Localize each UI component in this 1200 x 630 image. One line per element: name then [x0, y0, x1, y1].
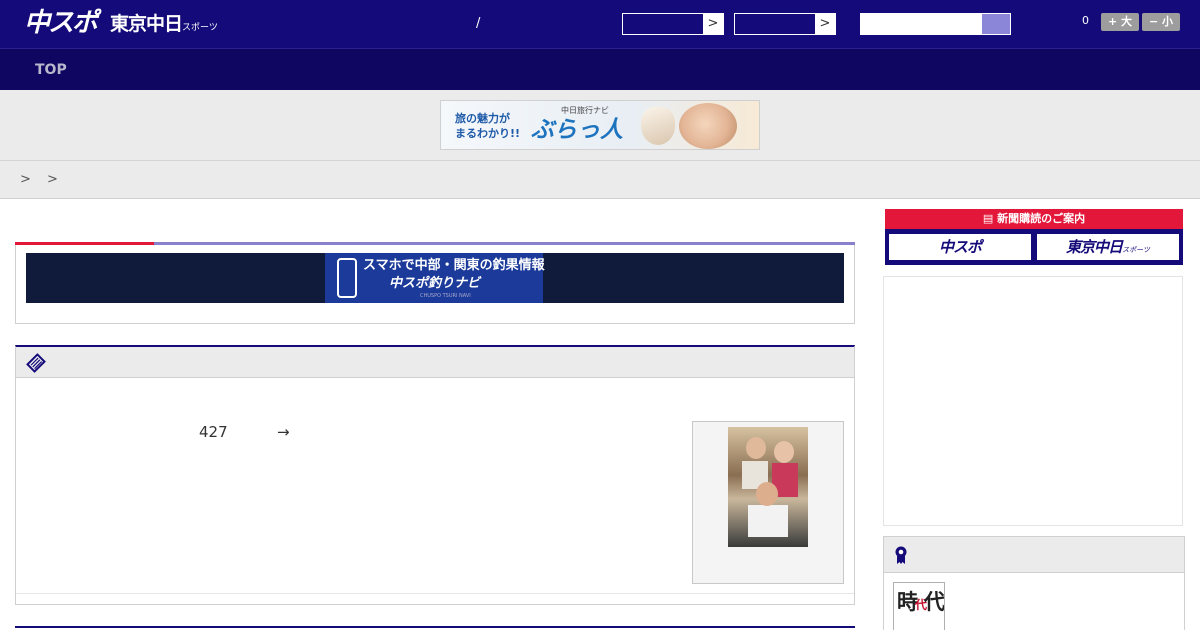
banner-sub: 中日旅行ナビ [561, 106, 609, 115]
chevron-right-icon[interactable]: > [703, 14, 723, 34]
subscribe-tokyo-label: 東京中日 [1066, 238, 1123, 256]
photo-figure [756, 482, 778, 506]
article-number: 427 [199, 423, 228, 441]
article-photo-frame[interactable] [692, 421, 844, 584]
photo-figure [748, 505, 788, 537]
article-panel-header [16, 347, 854, 378]
smartphone-icon [337, 258, 357, 298]
banner-text-line2: まるわかり!! [455, 127, 521, 140]
newspaper-icon: ▤ [982, 212, 998, 225]
font-larger-button[interactable]: + 大 [1101, 13, 1139, 31]
tsuri-navi-banner[interactable]: スマホで中部・関東の釣果情報 中スポ釣りナビ CHUSPO TSURI NAVI [26, 253, 844, 303]
newspaper-icon [26, 353, 46, 373]
subscribe-tokyo-button[interactable]: 東京中日スポーツ [1036, 233, 1180, 261]
article-photo [728, 427, 808, 547]
banner-text-line1: 旅の魅力が [455, 112, 510, 125]
search-input[interactable] [860, 13, 982, 35]
panel-accent-blue [154, 242, 855, 245]
jidai-text: 時代代 [897, 589, 944, 618]
ranking-panel: 時代代 [883, 536, 1185, 630]
next-panel-border [15, 626, 855, 628]
chevron-right-icon[interactable]: > [815, 14, 835, 34]
jidai-char: 時 [897, 589, 918, 614]
tsuri-line1: スマホで中部・関東の釣果情報 [363, 258, 545, 273]
date-separator: / [476, 16, 481, 31]
banner-zone: 旅の魅力が まるわかり!! 中日旅行ナビ ぶらっ人 [0, 90, 1200, 161]
subscribe-chuspo-button[interactable]: 中スポ [888, 233, 1032, 261]
breadcrumb-bar: > > [0, 161, 1200, 199]
travel-ad-banner[interactable]: 旅の魅力が まるわかり!! 中日旅行ナビ ぶらっ人 [440, 100, 760, 150]
ad-area [883, 276, 1183, 526]
ranking-header [884, 537, 1184, 573]
font-smaller-button[interactable]: − 小 [1142, 13, 1180, 31]
breadcrumb: > > [20, 172, 64, 187]
subscribe-tokyo-sub: スポーツ [1122, 246, 1150, 254]
subscription-box: ▤ 新聞購読のご案内 中スポ 東京中日スポーツ [885, 209, 1183, 265]
tokyo-logo-text: 東京中日 [110, 13, 183, 35]
subscription-title: 新聞購読のご案内 [997, 212, 1086, 225]
article-arrow[interactable]: → [277, 422, 290, 442]
banner-logo: ぶらっ人 [531, 117, 623, 143]
font-size-count: 0 [1082, 14, 1089, 27]
shell-image [641, 107, 675, 145]
jidai-char: 代 [915, 598, 927, 612]
tokyo-logo-sub: スポーツ [182, 23, 218, 33]
nav-item-top[interactable]: TOP [35, 61, 67, 79]
tsuri-banner-inner: スマホで中部・関東の釣果情報 中スポ釣りナビ CHUSPO TSURI NAVI [325, 253, 545, 303]
woman-photo [679, 103, 737, 149]
chuspo-logo[interactable]: 中スポ [24, 8, 98, 38]
photo-figure [746, 437, 766, 459]
search-button[interactable] [982, 13, 1011, 35]
banner-text: 旅の魅力が まるわかり!! [455, 111, 520, 141]
photo-figure [774, 441, 794, 463]
jidai-thumbnail[interactable]: 時代代 [893, 582, 945, 630]
article-panel: 427 → [15, 345, 855, 605]
tsuri-line3: CHUSPO TSURI NAVI [420, 293, 471, 299]
tokyo-chunichi-logo[interactable]: 東京中日スポーツ [110, 12, 218, 40]
site-header: 中スポ 東京中日スポーツ / > > 0 + 大 − 小 [0, 0, 1200, 48]
tsuri-line2: 中スポ釣りナビ [389, 276, 481, 291]
panel-accent-red [15, 242, 154, 245]
award-ribbon-icon [895, 546, 907, 564]
jidai-char: 代 [924, 589, 944, 614]
subscription-header: ▤ 新聞購読のご案内 [885, 209, 1183, 229]
main-nav: TOP [0, 48, 1200, 90]
divider [16, 593, 854, 594]
category-select-2[interactable]: > [734, 13, 836, 35]
category-select-1[interactable]: > [622, 13, 724, 35]
